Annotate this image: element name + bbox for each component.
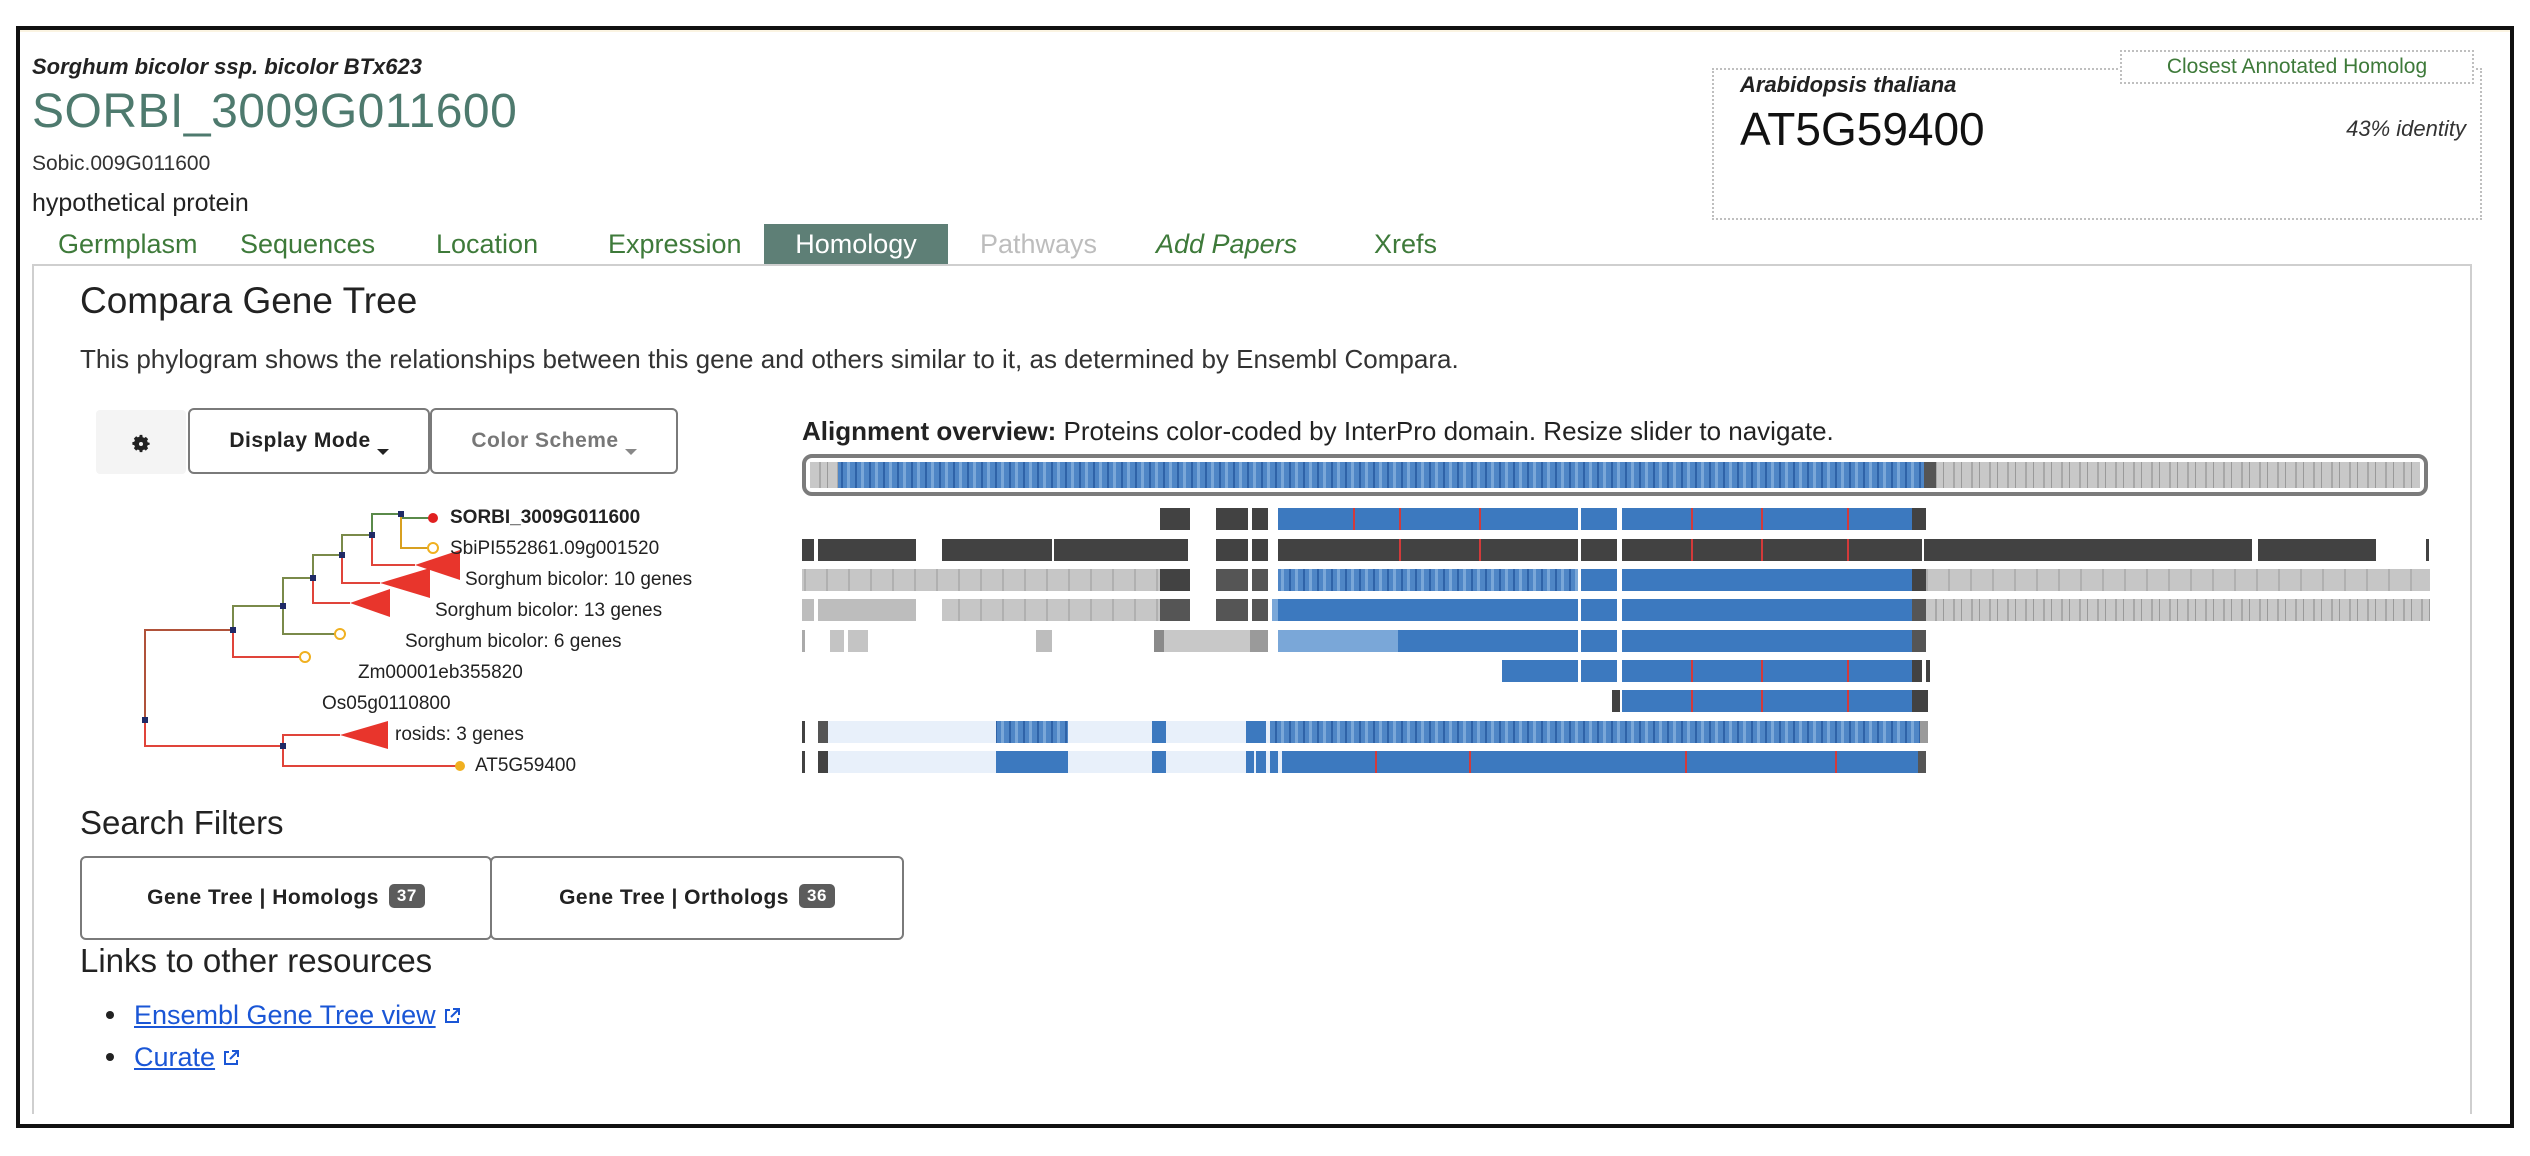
external-link-icon[interactable] (221, 1048, 241, 1068)
display-mode-label: Display Mode (229, 429, 371, 452)
tab-sequences[interactable]: Sequences (240, 224, 375, 264)
color-scheme-label: Color Scheme (471, 429, 619, 452)
tab-add-papers[interactable]: Add Papers (1156, 224, 1297, 264)
tab-location[interactable]: Location (436, 224, 538, 264)
tree-leaf-label[interactable]: Sorghum bicolor: 13 genes (435, 600, 662, 622)
alignment-title-bold: Alignment overview: (802, 416, 1057, 446)
curate-link[interactable]: Curate (134, 1042, 215, 1072)
homolog-species: Arabidopsis thaliana (1740, 72, 1957, 97)
homologs-label: Gene Tree | Homologs (147, 886, 379, 909)
links-title: Links to other resources (80, 942, 433, 979)
leaf-node-icon (455, 761, 465, 771)
display-mode-dropdown[interactable]: Display Mode (188, 408, 430, 474)
tree-leaf-label[interactable]: SORBI_3009G011600 (450, 507, 640, 529)
gene-tree-orthologs-button[interactable]: Gene Tree | Orthologs 36 (490, 856, 904, 940)
leaf-node-icon (427, 542, 439, 554)
orthologs-count-badge: 36 (799, 884, 835, 909)
alignment-overview[interactable] (796, 448, 2436, 788)
tree-leaf-label[interactable]: rosids: 3 genes (395, 724, 524, 746)
external-link-icon[interactable] (442, 1006, 462, 1026)
tab-xrefs[interactable]: Xrefs (1374, 224, 1437, 264)
alignment-row[interactable] (802, 751, 1926, 773)
alignment-row[interactable] (802, 569, 2430, 591)
tab-homology[interactable]: Homology (764, 224, 948, 264)
alignment-row[interactable] (1160, 508, 1926, 530)
ensembl-gene-tree-link[interactable]: Ensembl Gene Tree view (134, 1000, 436, 1030)
gene-alt-id: Sobic.009G011600 (32, 152, 211, 175)
species-name: Sorghum bicolor ssp. bicolor BTx623 (32, 54, 422, 79)
orthologs-label: Gene Tree | Orthologs (559, 886, 789, 909)
gene-tree-homologs-button[interactable]: Gene Tree | Homologs 37 (80, 856, 492, 940)
alignment-slider[interactable] (802, 454, 2428, 496)
collapsed-clade-icon[interactable] (340, 721, 388, 749)
tab-germplasm[interactable]: Germplasm (58, 224, 198, 264)
gene-title: SORBI_3009G011600 (32, 85, 518, 138)
tree-leaf-label[interactable]: Zm00001eb355820 (358, 662, 523, 684)
alignment-row[interactable] (802, 539, 2429, 561)
tree-leaf-label[interactable]: Os05g0110800 (322, 693, 451, 715)
alignment-row[interactable] (1502, 660, 1930, 682)
alignment-row[interactable] (802, 630, 1926, 652)
tree-leaf-label[interactable]: SbiPI552861.09g001520 (450, 538, 659, 560)
caret-down-icon (624, 449, 637, 455)
alignment-row[interactable] (802, 721, 1928, 743)
leaf-node-icon (334, 628, 346, 640)
focus-gene-icon (428, 513, 438, 523)
bullet (106, 1053, 114, 1061)
homolog-identity: 43% identity (2346, 116, 2466, 141)
search-filters-title: Search Filters (80, 804, 284, 841)
settings-button[interactable] (96, 410, 186, 474)
section-description: This phylogram shows the relationships b… (80, 344, 1459, 374)
list-item: Curate (106, 1042, 241, 1073)
tab-expression[interactable]: Expression (608, 224, 742, 264)
alignment-row[interactable] (1612, 690, 1928, 712)
color-scheme-dropdown[interactable]: Color Scheme (430, 408, 678, 474)
gear-icon (132, 434, 150, 453)
closest-homolog-tag: Closest Annotated Homolog (2120, 50, 2474, 84)
alignment-title: Alignment overview: Proteins color-coded… (802, 416, 1834, 447)
alignment-row[interactable] (802, 599, 2430, 621)
caret-down-icon (376, 449, 389, 455)
alignment-title-rest: Proteins color-coded by InterPro domain.… (1056, 416, 1834, 446)
tree-leaf-label[interactable]: AT5G59400 (475, 755, 576, 777)
homologs-count-badge: 37 (388, 884, 425, 909)
list-item: Ensembl Gene Tree view (106, 1000, 462, 1031)
tab-pathways: Pathways (980, 229, 1098, 259)
gene-description: hypothetical protein (32, 189, 249, 217)
tree-leaf-label[interactable]: Sorghum bicolor: 6 genes (405, 631, 622, 653)
collapsed-clade-icon[interactable] (350, 589, 390, 617)
leaf-node-icon (299, 651, 311, 663)
tree-leaf-label[interactable]: Sorghum bicolor: 10 genes (465, 569, 692, 591)
bullet (106, 1011, 114, 1019)
section-title: Compara Gene Tree (80, 280, 418, 321)
homolog-gene-id[interactable]: AT5G59400 (1740, 102, 1985, 156)
